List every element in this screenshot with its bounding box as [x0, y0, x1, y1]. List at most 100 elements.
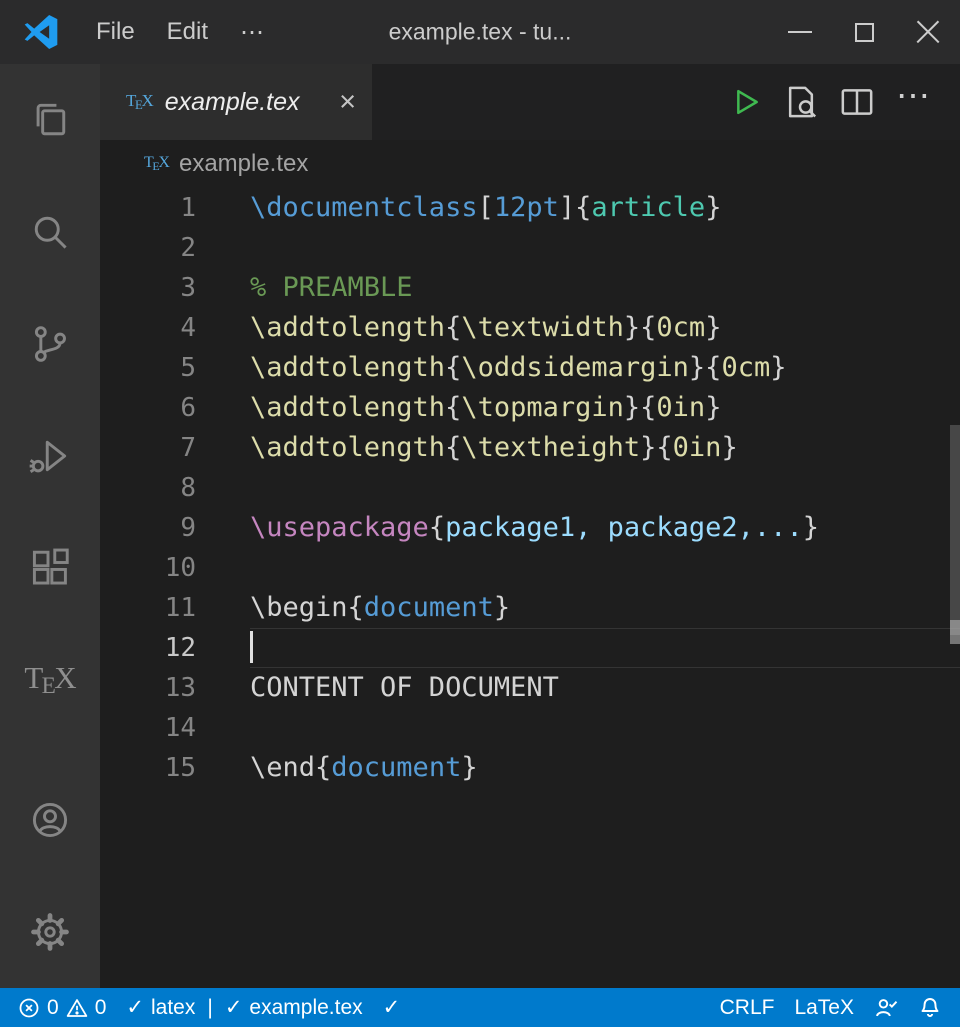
line-content: \addtolength{\topmargin}{0in} [250, 388, 960, 428]
code-token: document [364, 592, 494, 623]
close-button[interactable] [896, 0, 960, 64]
line-content [250, 708, 960, 748]
line-content [250, 628, 960, 668]
line-number[interactable]: 5 [100, 348, 250, 388]
line-number[interactable]: 13 [100, 668, 250, 708]
code-line[interactable]: 12 [100, 628, 960, 668]
compile-status[interactable]: ✓ [373, 988, 411, 1027]
build-run-button[interactable] [722, 79, 768, 125]
code-token: \end{ [250, 752, 331, 783]
problems-indicator[interactable]: 0 0 [8, 988, 116, 1027]
line-number[interactable]: 9 [100, 508, 250, 548]
line-number[interactable]: 12 [100, 628, 250, 668]
search-icon [28, 210, 72, 254]
eol-indicator[interactable]: CRLF [710, 996, 785, 1020]
activity-item-settings[interactable] [0, 876, 100, 988]
code-token: 12pt [494, 192, 559, 223]
code-line[interactable]: 14 [100, 708, 960, 748]
scrollbar-thumb[interactable] [950, 425, 960, 635]
code-token: 0in [656, 392, 705, 423]
line-number[interactable]: 11 [100, 588, 250, 628]
line-number[interactable]: 3 [100, 268, 250, 308]
check-icon: ✓ [383, 995, 401, 1020]
line-number[interactable]: 4 [100, 308, 250, 348]
tab-label: example.tex [165, 88, 300, 117]
vscode-logo-icon [24, 15, 58, 49]
files-icon [28, 98, 72, 142]
line-content: \addtolength{\textheight}{0in} [250, 428, 960, 468]
code-line[interactable]: 3% PREAMBLE [100, 268, 960, 308]
more-actions-button[interactable]: ⋯ [890, 79, 936, 125]
line-number[interactable]: 1 [100, 188, 250, 228]
menu-file[interactable]: File [80, 10, 151, 55]
line-number[interactable]: 6 [100, 388, 250, 428]
code-token: 0in [673, 432, 722, 463]
activity-item-explorer[interactable] [0, 64, 100, 176]
code-token: } [705, 392, 721, 423]
code-token: \usepackage [250, 512, 429, 543]
code-line[interactable]: 13CONTENT OF DOCUMENT [100, 668, 960, 708]
code-line[interactable]: 5\addtolength{\oddsidemargin}{0cm} [100, 348, 960, 388]
activity-item-latex-workshop[interactable]: TEX [0, 624, 100, 736]
breadcrumb[interactable]: TEX example.tex [100, 140, 960, 188]
minimize-button[interactable] [768, 0, 832, 64]
window-controls [768, 0, 960, 64]
split-editor-button[interactable] [834, 79, 880, 125]
code-token: \textheight [461, 432, 640, 463]
code-line[interactable]: 9\usepackage{package1, package2,...} [100, 508, 960, 548]
preview-icon [781, 82, 821, 122]
debug-icon [28, 434, 72, 478]
tab-close-icon[interactable]: × [339, 88, 356, 117]
bell-icon [918, 996, 942, 1020]
line-number[interactable]: 2 [100, 228, 250, 268]
line-number[interactable]: 8 [100, 468, 250, 508]
breadcrumb-filename[interactable]: example.tex [179, 150, 308, 178]
activity-item-accounts[interactable] [0, 764, 100, 876]
language-label: LaTeX [794, 996, 854, 1020]
error-icon [18, 997, 40, 1019]
code-line[interactable]: 8 [100, 468, 960, 508]
code-line[interactable]: 6\addtolength{\topmargin}{0in} [100, 388, 960, 428]
language-indicator[interactable]: LaTeX [784, 996, 864, 1020]
code-token: [ [478, 192, 494, 223]
code-line[interactable]: 7\addtolength{\textheight}{0in} [100, 428, 960, 468]
notifications-button[interactable] [908, 996, 952, 1020]
menu-edit[interactable]: Edit [151, 10, 224, 55]
latex-status-label: latex [151, 996, 195, 1020]
code-line[interactable]: 1\documentclass[12pt]{article} [100, 188, 960, 228]
code-token: % PREAMBLE [250, 272, 413, 303]
menubar: File Edit ⋯ [80, 10, 280, 55]
activity-item-source-control[interactable] [0, 288, 100, 400]
line-content [250, 468, 960, 508]
maximize-button[interactable] [832, 0, 896, 64]
feedback-button[interactable] [864, 996, 908, 1020]
code-line[interactable]: 4\addtolength{\textwidth}{0cm} [100, 308, 960, 348]
code-line[interactable]: 11\begin{document} [100, 588, 960, 628]
code-token: \topmargin [461, 392, 624, 423]
overview-ruler-cursor-marker [950, 620, 960, 644]
line-content: % PREAMBLE [250, 268, 960, 308]
code-line[interactable]: 15\end{document} [100, 748, 960, 788]
menu-more[interactable]: ⋯ [224, 10, 280, 55]
code-editor[interactable]: 1\documentclass[12pt]{article}23% PREAMB… [100, 188, 960, 788]
line-number[interactable]: 14 [100, 708, 250, 748]
tab-example-tex[interactable]: TEX example.tex × [100, 64, 372, 140]
line-number[interactable]: 15 [100, 748, 250, 788]
line-number[interactable]: 10 [100, 548, 250, 588]
person-check-icon [874, 996, 898, 1020]
line-content [250, 548, 960, 588]
code-token: 0cm [656, 312, 705, 343]
latex-status[interactable]: ✓ latex [116, 988, 205, 1027]
file-check-status[interactable]: ✓ example.tex [215, 988, 373, 1027]
line-number[interactable]: 7 [100, 428, 250, 468]
code-line[interactable]: 2 [100, 228, 960, 268]
line-content: \addtolength{\textwidth}{0cm} [250, 308, 960, 348]
view-pdf-button[interactable] [778, 79, 824, 125]
activity-item-extensions[interactable] [0, 512, 100, 624]
activity-item-run-debug[interactable] [0, 400, 100, 512]
code-token: { [429, 512, 445, 543]
activity-item-search[interactable] [0, 176, 100, 288]
code-line[interactable]: 10 [100, 548, 960, 588]
close-icon [915, 19, 941, 45]
check-icon: ✓ [126, 995, 144, 1020]
